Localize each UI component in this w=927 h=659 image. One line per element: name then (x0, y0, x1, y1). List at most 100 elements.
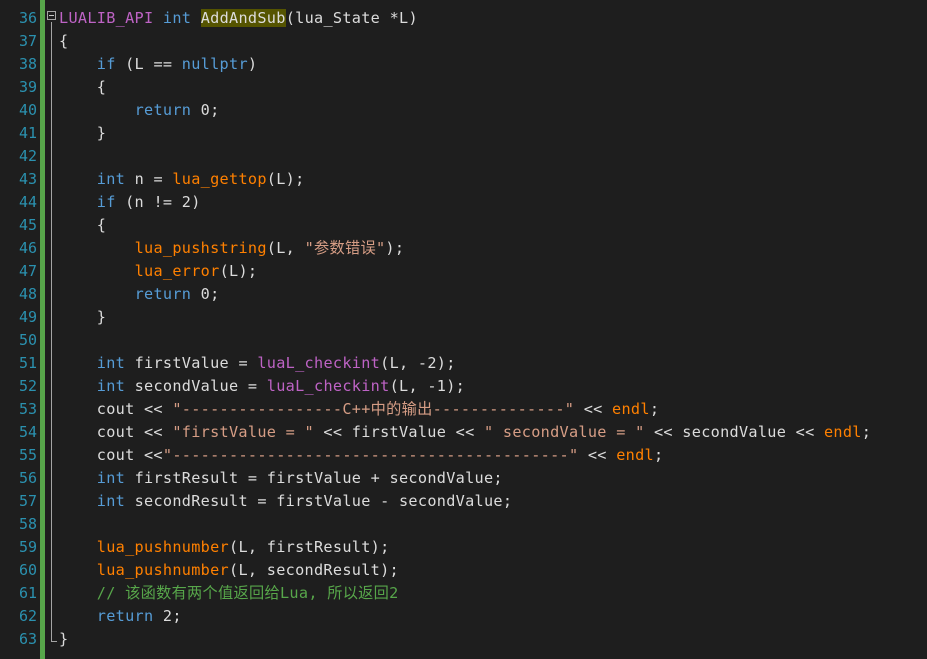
code-token: << (574, 400, 613, 418)
line-number: 53 (18, 400, 37, 418)
code-line[interactable]: 47 lua_error(L); (19, 260, 927, 283)
code-area[interactable]: 36 LUALIB_API int AddAndSub(lua_State *L)… (19, 0, 927, 659)
code-token: ) (247, 55, 258, 73)
code-text: int secondValue = luaL_checkint(L, -1); (59, 375, 465, 398)
code-text: { (59, 30, 68, 53)
code-line[interactable]: 52 int secondValue = luaL_checkint(L, -1… (19, 375, 927, 398)
code-line[interactable]: 56 int firstResult = firstValue + second… (19, 467, 927, 490)
code-token: lua_pushnumber (96, 538, 229, 556)
code-token: secondResult = firstValue - secondValue; (125, 492, 513, 510)
code-text: } (59, 306, 106, 329)
code-token: ); (385, 239, 405, 257)
code-text: int firstValue = luaL_checkint(L, -2); (59, 352, 456, 375)
code-line[interactable]: 37 { (19, 30, 927, 53)
code-text: return 0; (59, 99, 220, 122)
code-token: (L); (266, 170, 305, 188)
code-token: endl (823, 423, 862, 441)
code-token: " secondValue = " (483, 423, 645, 441)
code-token: (n != 2) (115, 193, 201, 211)
code-text: { (59, 76, 106, 99)
code-token: "---------------------------------------… (162, 446, 579, 464)
code-line[interactable]: 53 cout << "-----------------C++中的输出----… (19, 398, 927, 421)
code-token: << (578, 446, 617, 464)
code-line[interactable]: 60 lua_pushnumber(L, secondResult); (19, 559, 927, 582)
code-line[interactable]: 62 return 2; (19, 605, 927, 628)
code-token: (L); (219, 262, 258, 280)
code-token: } (59, 308, 107, 326)
code-line[interactable]: 55 cout <<"-----------------------------… (19, 444, 927, 467)
code-line[interactable]: 58 (19, 513, 927, 536)
code-text: if (n != 2) (59, 191, 201, 214)
code-line[interactable]: 48 return 0; (19, 283, 927, 306)
code-token: n = (125, 170, 173, 188)
code-line[interactable]: 43 int n = lua_gettop(L); (19, 168, 927, 191)
code-line[interactable]: 54 cout << "firstValue = " << firstValue… (19, 421, 927, 444)
code-token: (L == (115, 55, 182, 73)
line-number: 37 (18, 32, 37, 50)
line-number: 41 (18, 124, 37, 142)
code-token: 0; (191, 285, 220, 303)
code-line[interactable]: 61 // 该函数有两个值返回给Lua, 所以返回2 (19, 582, 927, 605)
code-token: secondValue = (125, 377, 267, 395)
code-token: (lua_State *L) (285, 9, 418, 27)
code-token: 2; (153, 607, 182, 625)
code-line[interactable]: 46 lua_pushstring(L, "参数错误"); (19, 237, 927, 260)
code-token: "-----------------C++中的输出--------------" (172, 400, 575, 418)
code-token: lua_error (134, 262, 220, 280)
code-token: luaL_checkint (266, 377, 390, 395)
code-line[interactable]: 49 } (19, 306, 927, 329)
code-line[interactable]: 38 if (L == nullptr) (19, 53, 927, 76)
code-token: (L, -1); (389, 377, 466, 395)
code-token: (L, -2); (380, 354, 456, 372)
code-line[interactable]: 36 LUALIB_API int AddAndSub(lua_State *L) (19, 7, 927, 30)
code-line[interactable]: 45 { (19, 214, 927, 237)
line-number: 38 (18, 55, 37, 73)
code-line[interactable]: 40 return 0; (19, 99, 927, 122)
code-line[interactable]: 63} (19, 628, 927, 651)
code-token: cout << (59, 400, 173, 418)
code-token: "firstValue = " (172, 423, 314, 441)
code-token: (L, firstResult); (229, 538, 390, 556)
code-line[interactable]: 39 { (19, 76, 927, 99)
code-text: lua_pushstring(L, "参数错误"); (59, 237, 404, 260)
code-line[interactable]: 41 } (19, 122, 927, 145)
code-token: return (134, 285, 192, 303)
code-line[interactable]: 51 int firstValue = luaL_checkint(L, -2)… (19, 352, 927, 375)
code-text: // 该函数有两个值返回给Lua, 所以返回2 (59, 582, 399, 605)
line-number: 39 (18, 78, 37, 96)
code-line[interactable]: 59 lua_pushnumber(L, firstResult); (19, 536, 927, 559)
code-token: endl (612, 400, 650, 418)
code-line[interactable]: 57 int secondResult = firstValue - secon… (19, 490, 927, 513)
code-text: int secondResult = firstValue - secondVa… (59, 490, 512, 513)
code-line[interactable]: 42 (19, 145, 927, 168)
code-token: AddAndSub (200, 9, 286, 27)
code-line[interactable]: 50 (19, 329, 927, 352)
code-token: ; (649, 400, 660, 418)
code-token: if (96, 55, 116, 73)
line-number: 40 (18, 101, 37, 119)
code-line[interactable]: 44 if (n != 2) (19, 191, 927, 214)
line-number: 60 (18, 561, 37, 579)
code-token: // 该函数有两个值返回给Lua, 所以返回2 (96, 584, 399, 602)
line-number: 49 (18, 308, 37, 326)
code-text: lua_error(L); (59, 260, 257, 283)
code-text: LUALIB_API int AddAndSub(lua_State *L) (59, 7, 418, 30)
code-editor[interactable]: 36 LUALIB_API int AddAndSub(lua_State *L)… (0, 0, 927, 659)
code-token: lua_gettop (172, 170, 267, 188)
line-number: 58 (18, 515, 37, 533)
code-token: firstValue = (125, 354, 258, 372)
code-text: int firstResult = firstValue + secondVal… (59, 467, 503, 490)
code-token: 0; (191, 101, 220, 119)
code-token: int (162, 9, 192, 27)
line-number: 36 (18, 9, 37, 27)
